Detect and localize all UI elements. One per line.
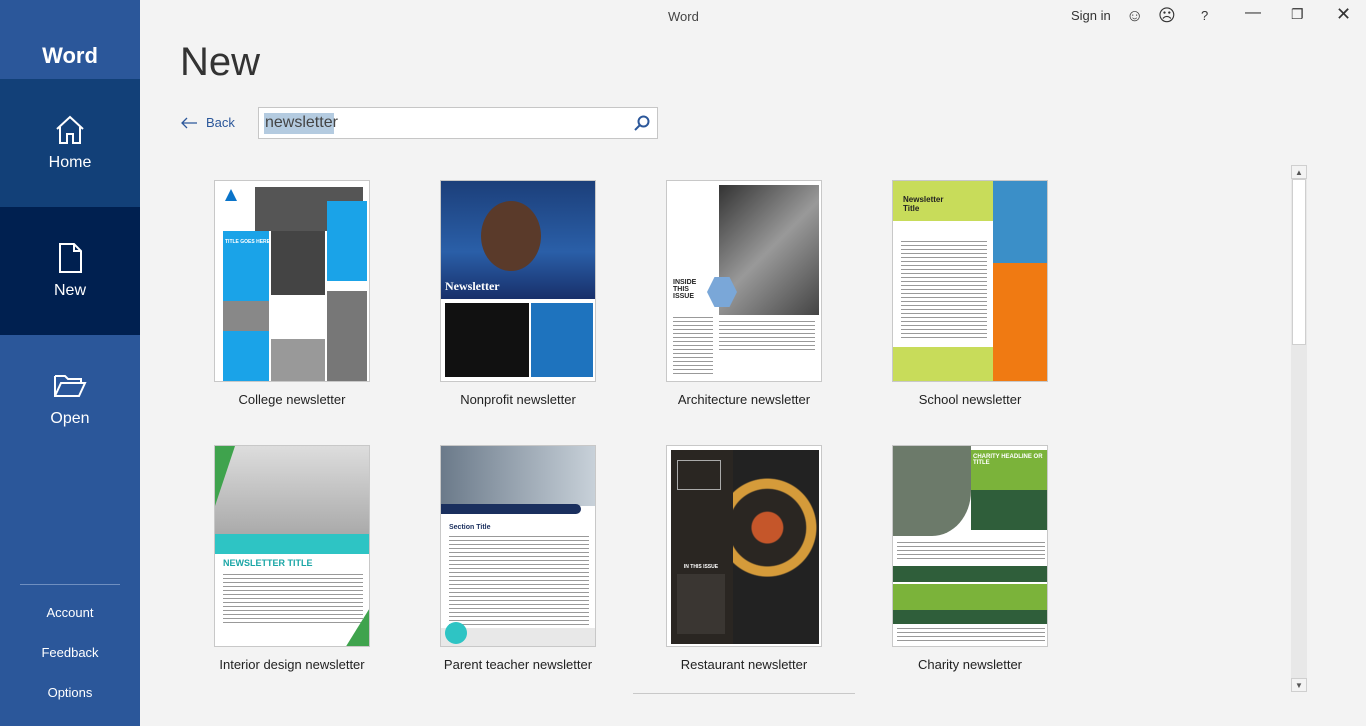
window-title: Word: [668, 9, 699, 24]
template-thumbnail: Section Title: [440, 445, 596, 647]
back-button[interactable]: Back: [180, 115, 235, 130]
template-label: College newsletter: [238, 392, 346, 407]
sidebar-item-new[interactable]: New: [0, 207, 140, 335]
sidebar: Word Home New Open Account Feedback Opti…: [0, 0, 140, 726]
account-link[interactable]: Account: [0, 605, 140, 620]
vertical-scrollbar[interactable]: ▲ ▼: [1291, 165, 1307, 692]
sidebar-item-open[interactable]: Open: [0, 335, 140, 463]
template-charity-newsletter[interactable]: CHARITY HEADLINE OR TITLE Charity newsle…: [870, 445, 1070, 672]
restore-icon[interactable]: ❐: [1291, 6, 1304, 23]
sidebar-item-label: Open: [50, 410, 90, 427]
template-interior-design-newsletter[interactable]: NEWSLETTER TITLE Interior design newslet…: [192, 445, 392, 672]
thumb-heading: TITLE GOES HERE: [225, 239, 271, 245]
thumb-heading: CHARITY HEADLINE OR TITLE: [973, 454, 1043, 466]
help-button[interactable]: ?: [1201, 8, 1208, 23]
template-nonprofit-newsletter[interactable]: Newsletter Nonprofit newsletter: [418, 180, 618, 407]
home-icon: [56, 115, 84, 144]
template-thumbnail: Newsletter: [440, 180, 596, 382]
divider: [633, 693, 855, 694]
template-thumbnail: Newsletter Title: [892, 180, 1048, 382]
template-label: Charity newsletter: [917, 657, 1023, 672]
new-document-icon: [59, 243, 82, 273]
template-label: Architecture newsletter: [677, 392, 811, 407]
template-label: Restaurant newsletter: [680, 657, 808, 672]
template-college-newsletter[interactable]: TITLE GOES HERE College newsletter: [192, 180, 392, 407]
minimize-icon[interactable]: —: [1245, 4, 1261, 22]
sidebar-item-home[interactable]: Home: [0, 79, 140, 207]
arrow-left-icon: [181, 117, 197, 128]
scroll-up-arrow[interactable]: ▲: [1291, 165, 1307, 179]
template-label: Parent teacher newsletter: [443, 657, 593, 672]
sidebar-item-label: Home: [48, 154, 92, 171]
divider: [20, 584, 120, 585]
template-thumbnail: INSIDE THIS ISSUE: [666, 180, 822, 382]
thumb-heading: INSIDE THIS ISSUE: [673, 279, 697, 300]
template-thumbnail: CHARITY HEADLINE OR TITLE: [892, 445, 1048, 647]
thumb-heading: Section Title: [449, 524, 491, 531]
template-label: School newsletter: [918, 392, 1022, 407]
folder-open-icon: [54, 375, 87, 397]
page-title: New: [180, 40, 261, 84]
thumb-heading: IN THIS ISSUE: [683, 564, 719, 570]
thumb-heading: Newsletter Title: [903, 195, 944, 213]
search-icon[interactable]: [633, 114, 651, 132]
title-bar: Word Sign in ☺ ☹ ? — ❐ ✕: [140, 0, 1366, 32]
scroll-down-arrow[interactable]: ▼: [1291, 678, 1307, 692]
thumb-heading: Newsletter: [445, 279, 500, 293]
template-parent-teacher-newsletter[interactable]: Section Title Parent teacher newsletter: [418, 445, 618, 672]
frown-feedback-icon[interactable]: ☹: [1158, 6, 1176, 26]
options-link[interactable]: Options: [0, 685, 140, 700]
sign-in-button[interactable]: Sign in: [1071, 8, 1111, 23]
template-school-newsletter[interactable]: Newsletter Title School newsletter: [870, 180, 1070, 407]
template-restaurant-newsletter[interactable]: IN THIS ISSUE Restaurant newsletter: [644, 445, 844, 672]
template-label: Interior design newsletter: [219, 657, 365, 672]
template-thumbnail: IN THIS ISSUE: [666, 445, 822, 647]
scrollbar-thumb[interactable]: [1292, 179, 1306, 345]
template-label: Nonprofit newsletter: [460, 392, 576, 407]
feedback-link[interactable]: Feedback: [0, 645, 140, 660]
template-architecture-newsletter[interactable]: INSIDE THIS ISSUE Architecture newslette…: [644, 180, 844, 407]
search-input[interactable]: [265, 114, 625, 132]
template-thumbnail: TITLE GOES HERE: [214, 180, 370, 382]
smile-feedback-icon[interactable]: ☺: [1126, 6, 1143, 26]
search-box[interactable]: [258, 107, 658, 139]
app-name: Word: [42, 43, 98, 68]
template-thumbnail: NEWSLETTER TITLE: [214, 445, 370, 647]
sidebar-item-label: New: [53, 282, 86, 299]
thumb-heading: NEWSLETTER TITLE: [223, 558, 313, 568]
back-label: Back: [206, 115, 235, 130]
close-icon[interactable]: ✕: [1336, 4, 1351, 25]
